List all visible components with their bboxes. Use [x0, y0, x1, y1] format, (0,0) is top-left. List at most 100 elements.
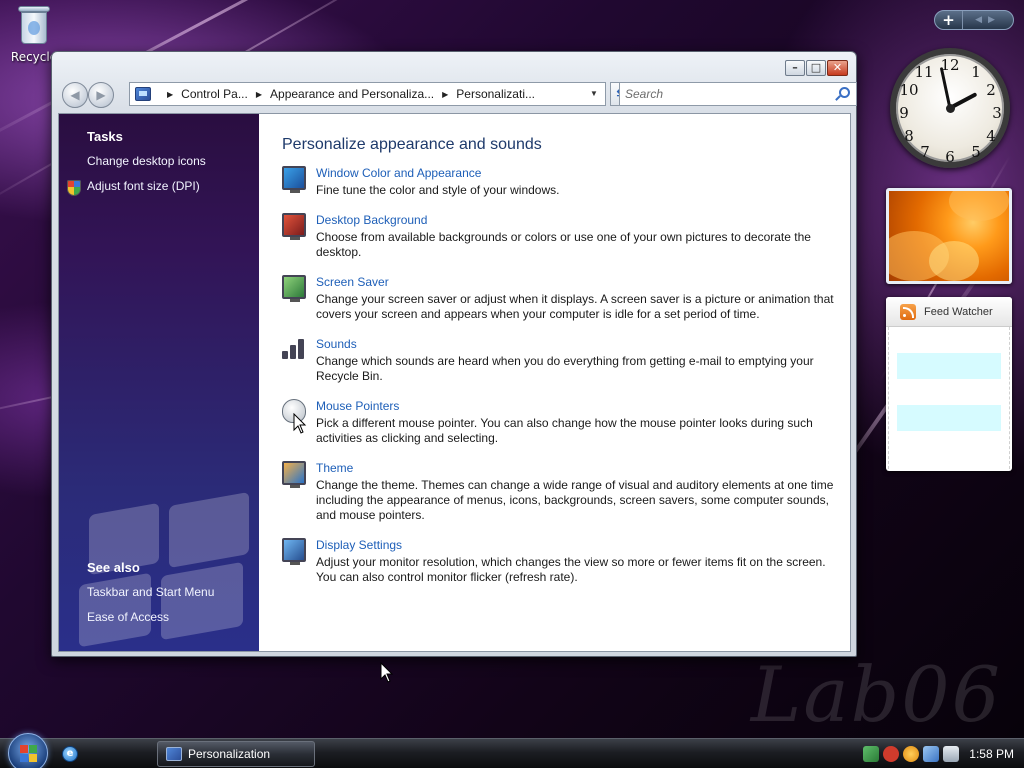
breadcrumb-appearance[interactable]: Appearance and Personaliza...: [270, 87, 434, 101]
clock-hub: [946, 104, 955, 113]
desktop-background-link[interactable]: Desktop Background: [316, 213, 427, 227]
forward-arrow-icon: ▶: [96, 88, 106, 102]
add-gadget-button[interactable]: +: [935, 11, 963, 29]
taskbar: e Personalization 1:58 PM: [0, 733, 1024, 768]
page-title: Personalize appearance and sounds: [282, 136, 542, 153]
breadcrumb-separator-icon: ▶: [167, 89, 174, 99]
breadcrumb-separator-icon[interactable]: ▶: [442, 90, 448, 99]
close-button[interactable]: ✕: [827, 60, 848, 76]
clock-number: 10: [899, 81, 919, 99]
clock-time[interactable]: 1:58 PM: [969, 747, 1014, 761]
mouse-pointers-description: Pick a different mouse pointer. You can …: [316, 416, 813, 445]
screen-saver-icon: [282, 275, 306, 302]
window-color-description: Fine tune the color and style of your wi…: [316, 183, 560, 197]
back-arrow-icon: ◀: [70, 88, 80, 102]
clock-number: 6: [945, 148, 955, 166]
clock-number: 5: [971, 143, 981, 161]
mouse-cursor-icon: [380, 662, 394, 683]
main-content: Personalize appearance and sounds Window…: [282, 136, 842, 600]
clock-number: 8: [904, 127, 914, 145]
feed-watcher-title: Feed Watcher: [924, 305, 993, 318]
window-content: Tasks Change desktop icons Adjust font s…: [58, 113, 851, 652]
task-pane: Tasks Change desktop icons Adjust font s…: [59, 114, 259, 651]
slideshow-gadget[interactable]: [886, 188, 1012, 284]
monitor-tray-icon[interactable]: [923, 746, 940, 762]
uac-shield-icon: [67, 180, 81, 196]
control-panel-icon: [135, 87, 151, 101]
display-settings-link[interactable]: Display Settings: [316, 538, 402, 552]
clock-number: 3: [992, 104, 1002, 122]
list-item: Display Settings Adjust your monitor res…: [282, 538, 842, 585]
theme-icon: [282, 461, 306, 488]
windows-logo-part: [29, 745, 37, 753]
windows-logo-part: [20, 754, 28, 762]
search-input[interactable]: [620, 83, 830, 105]
sidebar-nav-arrows[interactable]: ◀▶: [963, 15, 1013, 25]
screen-saver-link[interactable]: Screen Saver: [316, 275, 389, 289]
windows-logo-icon: [20, 745, 28, 753]
taskbar-button-label: Personalization: [188, 747, 271, 761]
list-item: Mouse Pointers Pick a different mouse po…: [282, 399, 842, 446]
close-icon: ✕: [832, 61, 843, 74]
taskbar-button-personalization[interactable]: Personalization: [157, 741, 315, 767]
minimize-button[interactable]: –: [785, 60, 805, 76]
maximize-button[interactable]: □: [806, 60, 826, 76]
address-bar[interactable]: ▶ Control Pa... ▶ Appearance and Persona…: [129, 82, 606, 106]
clock-number: 2: [986, 81, 996, 99]
breadcrumb-separator-icon[interactable]: ▶: [256, 90, 262, 99]
taskbar-start-menu-link[interactable]: Taskbar and Start Menu: [87, 585, 214, 599]
list-item: Theme Change the theme. Themes can chang…: [282, 461, 842, 523]
feed-watcher-header: Feed Watcher: [886, 297, 1012, 327]
clock-gadget[interactable]: 12 1 2 3 4 5 6 7 8 9 10 11: [890, 48, 1010, 168]
minimize-icon: –: [792, 61, 798, 74]
address-dropdown-button[interactable]: ▼: [583, 83, 605, 105]
watermark-text: Lab06: [750, 650, 1002, 738]
mouse-pointers-link[interactable]: Mouse Pointers: [316, 399, 399, 413]
window-color-icon: [282, 166, 306, 193]
list-item: Sounds Change which sounds are heard whe…: [282, 337, 842, 384]
theme-description: Change the theme. Themes can change a wi…: [316, 478, 834, 522]
window-color-link[interactable]: Window Color and Appearance: [316, 166, 481, 180]
adjust-font-size-link[interactable]: Adjust font size (DPI): [87, 179, 200, 193]
network-status-icon[interactable]: [863, 746, 880, 762]
list-item: Screen Saver Change your screen saver or…: [282, 275, 842, 322]
breadcrumb-personalization[interactable]: Personalizati...: [456, 87, 535, 101]
see-also-heading: See also: [87, 560, 140, 575]
display-settings-description: Adjust your monitor resolution, which ch…: [316, 555, 826, 584]
back-button[interactable]: ◀: [62, 82, 88, 108]
feed-list: [888, 327, 1010, 469]
theme-link[interactable]: Theme: [316, 461, 353, 475]
tasks-heading: Tasks: [87, 129, 123, 144]
list-item: Window Color and Appearance Fine tune th…: [282, 166, 842, 198]
breadcrumb-control-panel[interactable]: Control Pa...: [181, 87, 248, 101]
screen-saver-description: Change your screen saver or adjust when …: [316, 292, 834, 321]
feed-item[interactable]: [897, 379, 1001, 405]
mouse-cursor-icon: [293, 413, 307, 434]
ease-of-access-link[interactable]: Ease of Access: [87, 610, 169, 624]
forward-button[interactable]: ▶: [88, 82, 114, 108]
volume-icon[interactable]: [943, 746, 960, 762]
notification-area: 1:58 PM: [859, 739, 1024, 768]
internet-explorer-quicklaunch-icon[interactable]: e: [62, 746, 78, 762]
start-button[interactable]: [8, 733, 48, 768]
feed-item[interactable]: [897, 353, 1001, 379]
navigation-bar: ◀ ▶ ▶ Control Pa... ▶ Appearance and Per…: [60, 80, 857, 110]
security-alert-icon[interactable]: [883, 746, 900, 762]
windows-logo-part: [29, 754, 37, 762]
maximize-icon: □: [810, 61, 822, 74]
search-icon[interactable]: [839, 87, 850, 98]
search-tray-icon[interactable]: [903, 746, 920, 762]
desktop-background-icon: [282, 213, 306, 240]
sounds-link[interactable]: Sounds: [316, 337, 357, 351]
feed-watcher-gadget[interactable]: Feed Watcher: [886, 297, 1012, 471]
feed-item[interactable]: [897, 405, 1001, 431]
change-desktop-icons-link[interactable]: Change desktop icons: [87, 154, 206, 168]
sounds-description: Change which sounds are heard when you d…: [316, 354, 814, 383]
clock-number: 1: [971, 63, 981, 81]
sounds-icon: [282, 337, 306, 361]
recycle-bin-icon: [17, 4, 51, 46]
caption-buttons: – □ ✕: [784, 60, 848, 76]
clock-number: 7: [920, 143, 930, 161]
display-settings-icon: [282, 538, 306, 565]
slideshow-image-shape: [929, 241, 979, 281]
